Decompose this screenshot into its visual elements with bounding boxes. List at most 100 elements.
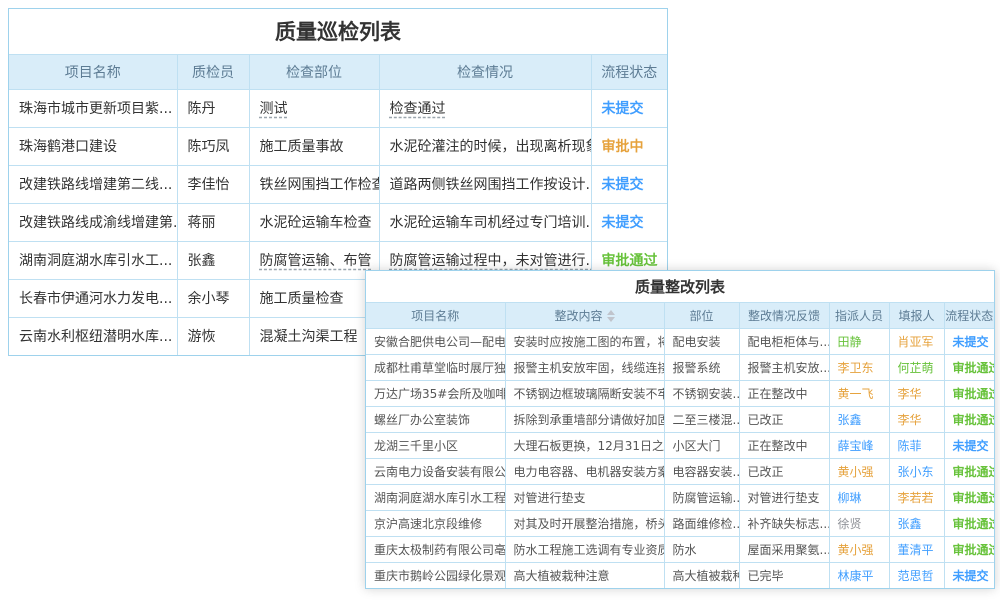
rectify-part: 路面维修检... bbox=[664, 510, 739, 536]
rectification-row: 京沪高速北京段维修对其及时开展整治措施，桥头...路面维修检...补齐缺失标志.… bbox=[366, 510, 994, 536]
column-header: 填报人 bbox=[889, 303, 944, 328]
rectify-content: 对其及时开展整治措施，桥头... bbox=[505, 510, 664, 536]
rectification-row: 云南电力设备安装有限公司20...电力电容器、电机器安装方案...电容器安装..… bbox=[366, 458, 994, 484]
rectify-feedback: 配电柜柜体与... bbox=[739, 328, 829, 354]
project-name-link[interactable]: 万达广场35#会所及咖啡厅空... bbox=[366, 380, 505, 406]
sort-icon[interactable] bbox=[607, 310, 615, 322]
column-header-label: 流程状态 bbox=[601, 65, 657, 81]
column-header: 项目名称 bbox=[366, 303, 505, 328]
rectify-feedback: 已改正 bbox=[739, 406, 829, 432]
rectify-part: 高大植被栽种 bbox=[664, 562, 739, 588]
column-header[interactable]: 整改内容 bbox=[505, 303, 664, 328]
column-header-label: 流程状态 bbox=[945, 309, 993, 323]
column-header: 指派人员 bbox=[829, 303, 889, 328]
inspector-name: 余小琴 bbox=[177, 279, 249, 317]
column-header: 流程状态 bbox=[591, 55, 667, 89]
rectify-feedback: 已改正 bbox=[739, 458, 829, 484]
reporter-name: 肖亚军 bbox=[889, 328, 944, 354]
reporter-name: 陈菲 bbox=[889, 432, 944, 458]
inspection-detail: 水泥砼灌注的时候，出现离析现象 bbox=[379, 127, 591, 165]
quality-rectification-panel: 质量整改列表 项目名称整改内容部位整改情况反馈指派人员填报人流程状态 安徽合肥供… bbox=[365, 270, 995, 589]
column-header-label: 整改内容 bbox=[554, 309, 602, 323]
status-badge: 审批通过 bbox=[944, 354, 994, 380]
column-header-label: 填报人 bbox=[898, 309, 934, 323]
column-header-label: 项目名称 bbox=[411, 309, 459, 323]
rectify-content: 防水工程施工选调有专业资质... bbox=[505, 536, 664, 562]
rectify-feedback: 已完毕 bbox=[739, 562, 829, 588]
rectify-part: 电容器安装... bbox=[664, 458, 739, 484]
rectification-row: 龙湖三千里小区大理石板更换，12月31日之...小区大门正在整改中薛宝峰陈菲未提… bbox=[366, 432, 994, 458]
project-name-link[interactable]: 湖南洞庭湖水库引水工... bbox=[9, 241, 177, 279]
reporter-name: 范思哲 bbox=[889, 562, 944, 588]
status-badge: 未提交 bbox=[591, 165, 667, 203]
column-header: 流程状态 bbox=[944, 303, 994, 328]
project-name-link[interactable]: 改建铁路线成渝线增建第... bbox=[9, 203, 177, 241]
project-name-link[interactable]: 珠海鹤港口建设 bbox=[9, 127, 177, 165]
inspection-part: 水泥砼运输车检查 bbox=[249, 203, 379, 241]
rectification-row: 重庆太极制药有限公司亳州中...防水工程施工选调有专业资质...防水屋面采用聚氨… bbox=[366, 536, 994, 562]
status-badge: 审批中 bbox=[591, 127, 667, 165]
assignee-name: 李卫东 bbox=[829, 354, 889, 380]
rectify-feedback: 补齐缺失标志... bbox=[739, 510, 829, 536]
assignee-name: 黄小强 bbox=[829, 536, 889, 562]
inspection-row: 改建铁路线成渝线增建第...蒋丽水泥砼运输车检查水泥砼运输车司机经过专门培训..… bbox=[9, 203, 667, 241]
project-name-link[interactable]: 安徽合肥供电公司—配电设备... bbox=[366, 328, 505, 354]
assignee-name: 徐贤 bbox=[829, 510, 889, 536]
inspection-part: 施工质量检查 bbox=[249, 279, 379, 317]
reporter-name: 李华 bbox=[889, 380, 944, 406]
project-name-link[interactable]: 云南水利枢纽潜明水库... bbox=[9, 317, 177, 355]
status-badge: 审批通过 bbox=[944, 458, 994, 484]
column-header-label: 项目名称 bbox=[65, 65, 121, 81]
rectify-content: 大理石板更换，12月31日之... bbox=[505, 432, 664, 458]
status-badge: 未提交 bbox=[944, 562, 994, 588]
project-name-link[interactable]: 螺丝厂办公室装饰 bbox=[366, 406, 505, 432]
rectification-row: 湖南洞庭湖水库引水工程施工I标对管进行垫支防腐管运输...对管进行垫支柳琳李若若… bbox=[366, 484, 994, 510]
project-name-link[interactable]: 云南电力设备安装有限公司20... bbox=[366, 458, 505, 484]
inspection-header-row: 项目名称质检员检查部位检查情况流程状态 bbox=[9, 55, 667, 89]
rectify-content: 对管进行垫支 bbox=[505, 484, 664, 510]
inspection-part: 测试 bbox=[249, 89, 379, 127]
assignee-name: 黄一飞 bbox=[829, 380, 889, 406]
rectify-content: 报警主机安放牢固，线缆连接... bbox=[505, 354, 664, 380]
column-header-label: 质检员 bbox=[192, 65, 234, 81]
column-header: 项目名称 bbox=[9, 55, 177, 89]
rectify-part: 防腐管运输... bbox=[664, 484, 739, 510]
inspection-part: 铁丝网围挡工作检查 bbox=[249, 165, 379, 203]
rectify-content: 拆除到承重墙部分请做好加固... bbox=[505, 406, 664, 432]
inspector-name: 蒋丽 bbox=[177, 203, 249, 241]
rectify-content: 电力电容器、电机器安装方案... bbox=[505, 458, 664, 484]
reporter-name: 何芷萌 bbox=[889, 354, 944, 380]
project-name-link[interactable]: 改建铁路线增建第二线... bbox=[9, 165, 177, 203]
project-name-link[interactable]: 珠海市城市更新项目紫... bbox=[9, 89, 177, 127]
rectification-table: 项目名称整改内容部位整改情况反馈指派人员填报人流程状态 安徽合肥供电公司—配电设… bbox=[366, 303, 994, 588]
rectify-part: 二至三楼混... bbox=[664, 406, 739, 432]
status-badge: 审批通过 bbox=[944, 380, 994, 406]
assignee-name: 林康平 bbox=[829, 562, 889, 588]
project-name-link[interactable]: 成都杜甫草堂临时展厅独立展... bbox=[366, 354, 505, 380]
project-name-link[interactable]: 湖南洞庭湖水库引水工程施工I标 bbox=[366, 484, 505, 510]
inspection-row: 改建铁路线增建第二线...李佳怡铁丝网围挡工作检查道路两侧铁丝网围挡工作按设计.… bbox=[9, 165, 667, 203]
rectify-feedback: 正在整改中 bbox=[739, 432, 829, 458]
inspector-name: 陈丹 bbox=[177, 89, 249, 127]
rectify-feedback: 对管进行垫支 bbox=[739, 484, 829, 510]
project-name-link[interactable]: 重庆太极制药有限公司亳州中... bbox=[366, 536, 505, 562]
rectification-row: 重庆市鹅岭公园绿化景观提升...高大植被栽种注意高大植被栽种已完毕林康平范思哲未… bbox=[366, 562, 994, 588]
inspector-name: 游恢 bbox=[177, 317, 249, 355]
assignee-name: 薛宝峰 bbox=[829, 432, 889, 458]
column-header: 整改情况反馈 bbox=[739, 303, 829, 328]
project-name-link[interactable]: 京沪高速北京段维修 bbox=[366, 510, 505, 536]
rectification-row: 万达广场35#会所及咖啡厅空...不锈钢边框玻璃隔断安装不牢...不锈钢安装..… bbox=[366, 380, 994, 406]
inspection-row: 珠海市城市更新项目紫...陈丹测试检查通过未提交 bbox=[9, 89, 667, 127]
rectify-part: 不锈钢安装... bbox=[664, 380, 739, 406]
inspection-part: 防腐管运输、布管 bbox=[249, 241, 379, 279]
column-header: 质检员 bbox=[177, 55, 249, 89]
project-name-link[interactable]: 龙湖三千里小区 bbox=[366, 432, 505, 458]
project-name-link[interactable]: 长春市伊通河水力发电... bbox=[9, 279, 177, 317]
rectify-content: 高大植被栽种注意 bbox=[505, 562, 664, 588]
status-badge: 未提交 bbox=[944, 432, 994, 458]
project-name-link[interactable]: 重庆市鹅岭公园绿化景观提升... bbox=[366, 562, 505, 588]
column-header-label: 指派人员 bbox=[835, 309, 883, 323]
status-badge: 审批通过 bbox=[944, 510, 994, 536]
column-header: 检查情况 bbox=[379, 55, 591, 89]
inspector-name: 陈巧凤 bbox=[177, 127, 249, 165]
